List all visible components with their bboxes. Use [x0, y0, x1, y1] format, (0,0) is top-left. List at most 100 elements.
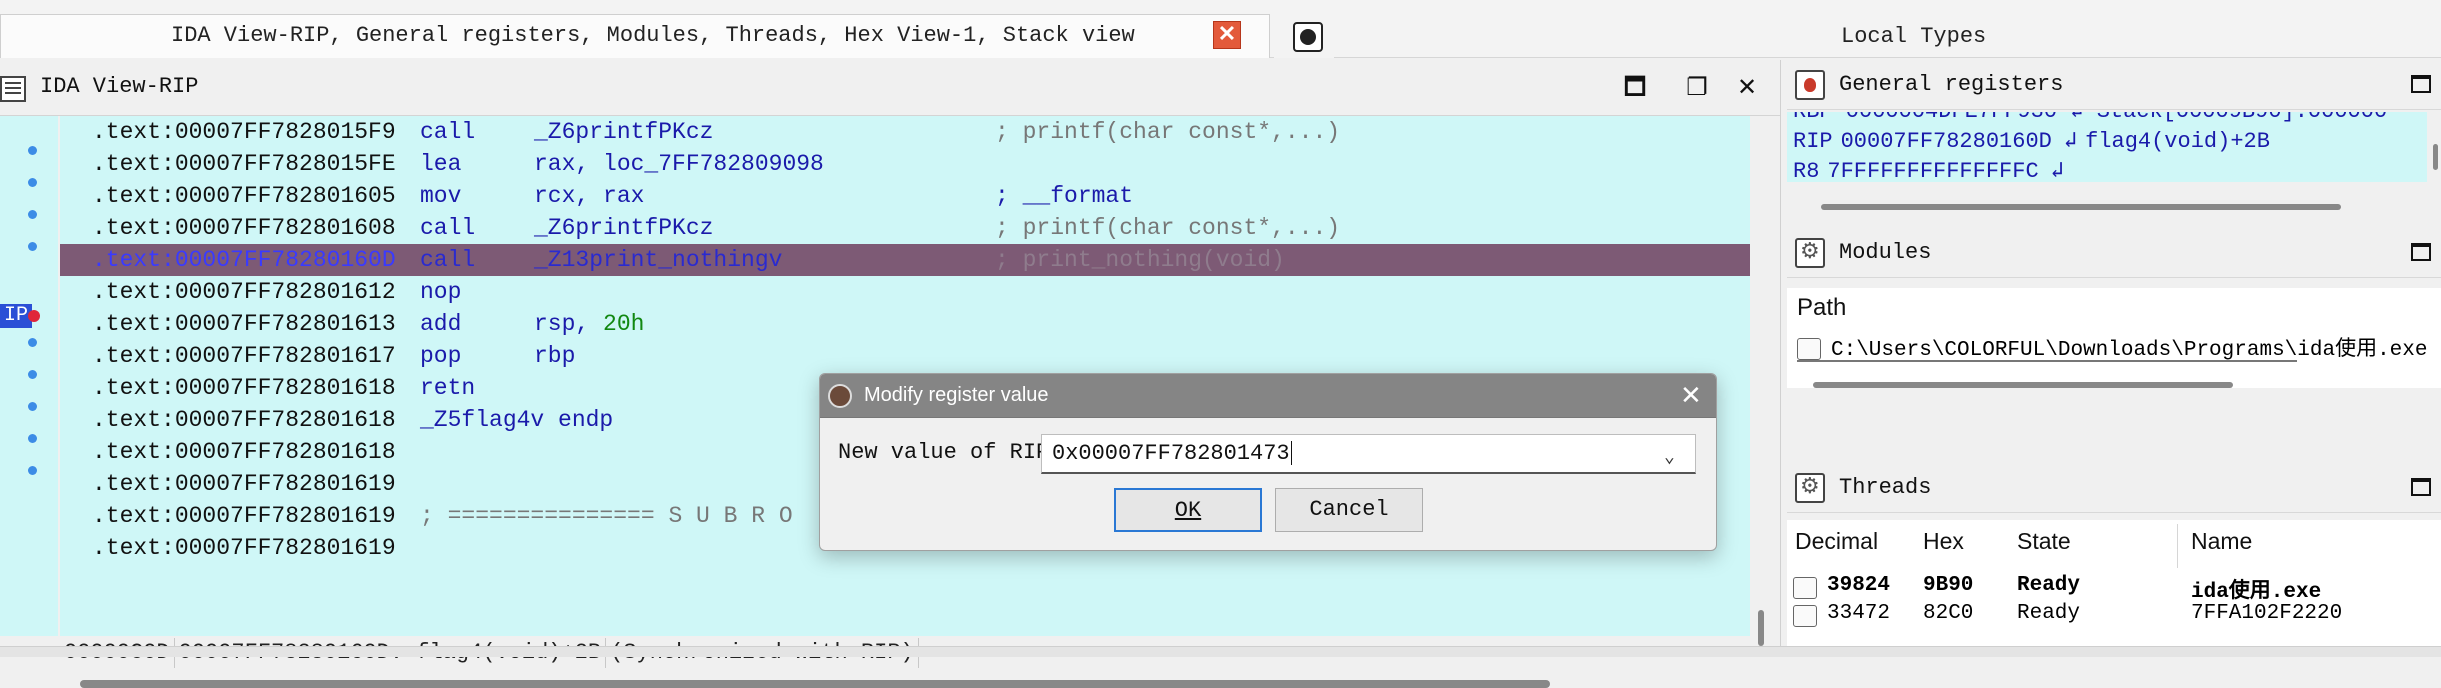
breakpoint-gutter[interactable]: IP [0, 116, 58, 636]
gutter-dot-icon[interactable] [28, 370, 37, 379]
column-header-state[interactable]: State [2017, 528, 2071, 555]
mnemonic[interactable]: pop [420, 340, 461, 372]
code-line[interactable]: .text:00007FF7828015FE lea rax, loc_7FF782… [60, 148, 1750, 180]
operand-number[interactable]: 20h [603, 311, 644, 337]
register-value-combobox[interactable]: 0x00007FF782801473 ⌄ [1041, 434, 1696, 474]
horizontal-scrollbar[interactable] [80, 680, 1550, 688]
list-item[interactable]: C:\Users\COLORFUL\Downloads\Programs\ida… [1797, 332, 2437, 360]
table-row[interactable]: 39824 9B90 Ready ida使用.exe [1787, 574, 2441, 604]
registers-horizontal-scrollbar[interactable] [1821, 204, 2341, 210]
threads-table[interactable]: Decimal Hex State Name 39824 9B90 Ready … [1787, 520, 2441, 650]
modules-horizontal-scrollbar[interactable] [1813, 382, 2233, 388]
line-address[interactable]: .text:00007FF782801612 [92, 276, 396, 308]
column-header-hex[interactable]: Hex [1923, 528, 1964, 555]
modules-list[interactable]: Path C:\Users\COLORFUL\Downloads\Program… [1787, 288, 2441, 388]
gutter-dot-icon[interactable] [28, 146, 37, 155]
register-row-rip[interactable]: RIP 00007FF78280160D ↲ flag4(void)+2B [1793, 128, 2270, 154]
operand-text[interactable]: rax, loc_7FF782809098 [534, 151, 824, 177]
mnemonic[interactable]: call [420, 116, 475, 148]
comment: ; printf(char const*,...) [995, 215, 1341, 241]
vertical-scrollbar[interactable] [1752, 116, 1778, 646]
registers-view[interactable]: RBP 0000004DFE7FF930 ↲ Stack[00009B90]:0… [1787, 112, 2427, 182]
operand[interactable]: _Z6printfPKcz [534, 212, 713, 244]
line-address[interactable]: .text:00007FF782801617 [92, 340, 396, 372]
gutter-dot-icon[interactable] [28, 242, 37, 251]
mnemonic[interactable]: nop [420, 276, 461, 308]
register-value-input[interactable]: 0x00007FF782801473 [1052, 441, 1290, 466]
dialog-titlebar[interactable]: Modify register value ✕ [820, 374, 1716, 418]
tab-output[interactable] [1274, 14, 1334, 58]
gutter-dot-icon[interactable] [28, 210, 37, 219]
maximize-icon[interactable] [2411, 75, 2431, 93]
operand[interactable]: rcx, rax [534, 180, 644, 212]
mnemonic[interactable]: call [420, 244, 475, 276]
line-address[interactable]: .text:00007FF782801613 [92, 308, 396, 340]
registers-vertical-scrollbar[interactable] [2433, 144, 2438, 170]
breakpoint-icon[interactable] [28, 310, 40, 322]
mnemonic[interactable]: mov [420, 180, 461, 212]
scroll-thumb[interactable] [1758, 610, 1764, 646]
tab-local-types[interactable]: Local Types [1336, 14, 2441, 58]
line-address[interactable]: .text:00007FF782801619 [92, 500, 396, 532]
gutter-dot-icon[interactable] [28, 466, 37, 475]
comment: ; print_nothing(void) [995, 247, 1285, 273]
ida-view-panel: IDA View-RIP 🗖 ❐ ✕ IP .text:00007FF78280… [0, 60, 1780, 688]
column-header-name[interactable]: Name [2191, 528, 2252, 555]
operand-text[interactable]: rbp [534, 343, 575, 369]
code-line[interactable]: .text:00007FF782801605 mov rcx, rax ; __for… [60, 180, 1750, 212]
table-row[interactable]: 33472 82C0 Ready 7FFA102F2220 [1787, 602, 2441, 630]
cancel-button[interactable]: Cancel [1275, 488, 1423, 532]
gutter-dot-icon[interactable] [28, 434, 37, 443]
line-address[interactable]: .text:00007FF782801608 [92, 212, 396, 244]
line-address[interactable]: .text:00007FF782801605 [92, 180, 396, 212]
line-address[interactable]: .text:00007FF78280160D [92, 244, 396, 276]
column-header-path[interactable]: Path [1797, 294, 1846, 322]
dialog-title: Modify register value [864, 384, 1049, 406]
current-instruction-line[interactable]: .text:00007FF78280160D call _Z13print_noth… [60, 244, 1750, 276]
line-address[interactable]: .text:00007FF782801618 [92, 404, 396, 436]
close-icon[interactable]: ✕ [1213, 21, 1241, 49]
operand[interactable]: _Z6printfPKcz [534, 116, 713, 148]
operand[interactable]: rbp [534, 340, 575, 372]
column-divider[interactable] [2177, 524, 2178, 568]
mnemonic[interactable]: add [420, 308, 461, 340]
operand-text[interactable]: _Z13print_nothingv [534, 247, 782, 273]
maximize-icon[interactable]: 🗖 [1620, 74, 1650, 102]
operand[interactable]: rsp, 20h [534, 308, 644, 340]
chevron-down-icon[interactable]: ⌄ [1664, 439, 1675, 477]
mnemonic[interactable]: retn [420, 372, 475, 404]
code-line[interactable]: .text:00007FF782801617 pop rbp [60, 340, 1750, 372]
code-line[interactable]: .text:00007FF782801608 call _Z6printfPKcz;… [60, 212, 1750, 244]
gutter-dot-icon[interactable] [28, 178, 37, 187]
close-icon[interactable]: ✕ [1680, 380, 1702, 411]
column-header-decimal[interactable]: Decimal [1795, 528, 1878, 555]
code-line[interactable]: .text:00007FF782801612 nop [60, 276, 1750, 308]
line-address[interactable]: .text:00007FF782801618 [92, 372, 396, 404]
close-panel-icon[interactable]: ✕ [1732, 74, 1762, 102]
operand[interactable]: _Z13print_nothingv [534, 244, 782, 276]
line-address[interactable]: .text:00007FF7828015FE [92, 148, 396, 180]
gutter-dot-icon[interactable] [28, 338, 37, 347]
gutter-dot-icon[interactable] [28, 402, 37, 411]
line-address[interactable]: .text:00007FF782801619 [92, 468, 396, 500]
mnemonic[interactable]: ; =============== S U B R O [420, 500, 793, 532]
operand-text[interactable]: rcx, rax [534, 183, 644, 209]
mnemonic[interactable]: lea [420, 148, 461, 180]
operand-text[interactable]: rsp, [534, 311, 603, 337]
register-row-r8[interactable]: R8 7FFFFFFFFFFFFFFC ↲ [1793, 158, 2064, 182]
ok-button[interactable]: OK [1114, 488, 1262, 532]
line-address[interactable]: .text:00007FF782801618 [92, 436, 396, 468]
line-address[interactable]: .text:00007FF7828015F9 [92, 116, 396, 148]
code-line[interactable]: .text:00007FF7828015F9 call _Z6printfPKcz;… [60, 116, 1750, 148]
operand-text[interactable]: _Z6printfPKcz [534, 215, 713, 241]
operand-text[interactable]: _Z6printfPKcz [534, 119, 713, 145]
maximize-icon[interactable] [2411, 243, 2431, 261]
mnemonic[interactable]: _Z5flag4v endp [420, 404, 613, 436]
restore-icon[interactable]: ❐ [1682, 74, 1712, 102]
line-address[interactable]: .text:00007FF782801619 [92, 532, 396, 564]
operand[interactable]: rax, loc_7FF782809098 [534, 148, 824, 180]
mnemonic[interactable]: call [420, 212, 475, 244]
maximize-icon[interactable] [2411, 478, 2431, 496]
tab-ida-views[interactable]: IDA View-RIP, General registers, Modules… [0, 14, 1270, 58]
code-line[interactable]: .text:00007FF782801613 add rsp, 20h [60, 308, 1750, 340]
